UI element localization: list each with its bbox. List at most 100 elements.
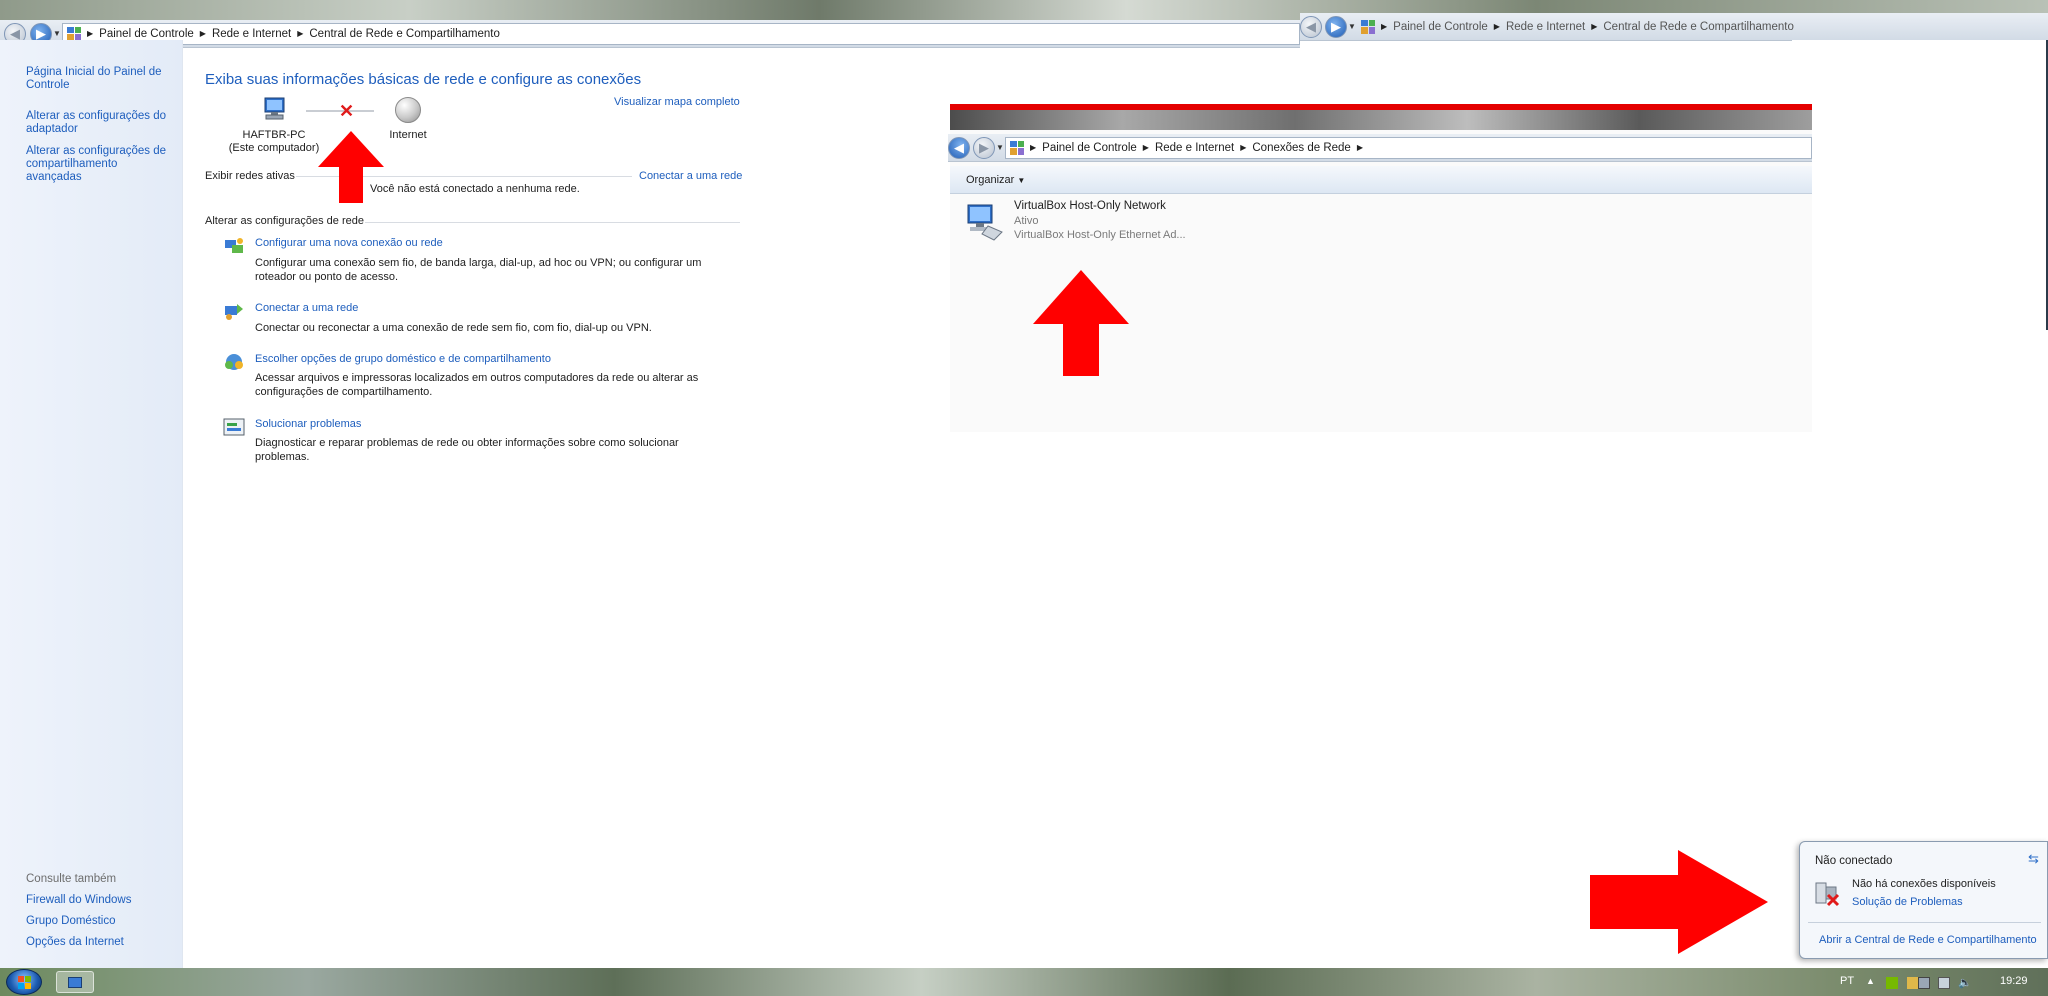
network-connections-window: ▶ ▶ ▼ ▶ Painel de Controle ▶ Rede e Inte… [948,104,1812,432]
control-panel-icon [1010,140,1024,155]
no-connections-message: Não há conexões disponíveis [1852,878,1996,890]
task-troubleshoot-desc: Diagnosticar e reparar problemas de rede… [255,437,679,463]
annotation-highlight-bar [950,104,1812,110]
breadcrumb-control-panel[interactable]: Painel de Controle [1393,21,1488,33]
breadcrumb-network-center[interactable]: Central de Rede e Compartilhamento [1603,21,1794,33]
computer-name: HAFTBR-PC (Este computador) [222,129,326,155]
network-disconnected-icon[interactable] [1918,977,1930,989]
breadcrumb-separator-icon[interactable]: ▶ [1381,22,1387,31]
breadcrumb-network-internet[interactable]: Rede e Internet [1155,142,1234,154]
language-indicator[interactable]: PT [1840,975,1854,987]
sidebar-item-control-panel-home[interactable]: Página Inicial do Painel de Controle [26,66,176,92]
task-troubleshoot-link[interactable]: Solucionar problemas [255,418,361,430]
sidebar: Página Inicial do Painel de Controle Alt… [0,40,183,968]
recent-pages-dropdown-icon[interactable]: ▼ [52,29,62,38]
annotation-arrow-up [318,131,384,203]
breadcrumb-separator-icon[interactable]: ▶ [1357,143,1363,152]
forward-button[interactable]: ▶ [1325,15,1347,38]
sidebar-item-adapter-settings[interactable]: Alterar as configurações do adaptador [26,110,176,136]
sidebar-item-advanced-sharing[interactable]: Alterar as configurações de compartilham… [26,145,176,184]
internet-globe-icon [395,97,421,123]
back-button[interactable]: ◀ [1300,15,1322,38]
breadcrumb-separator-icon[interactable]: ▶ [297,29,303,38]
window-edge-overlay [1792,40,2048,330]
task-homegroup-link[interactable]: Escolher opções de grupo doméstico e de … [255,353,551,365]
breadcrumb-separator-icon[interactable]: ▶ [1591,22,1597,31]
task-new-connection-link[interactable]: Configurar uma nova conexão ou rede [255,237,443,249]
nvidia-icon[interactable] [1886,977,1898,989]
annotation-arrow-right [1590,850,1768,954]
sidebar-item-internet-options[interactable]: Opções da Internet [26,936,176,949]
breadcrumb-network-connections[interactable]: Conexões de Rede [1252,142,1350,154]
not-connected-message: Você não está conectado a nenhuma rede. [370,183,580,195]
address-field[interactable]: ▶ Painel de Controle ▶ Rede e Internet ▶… [62,22,1300,45]
troubleshoot-link[interactable]: Solução de Problemas [1852,896,1963,908]
power-icon[interactable] [1938,977,1950,989]
task-connect-network-link[interactable]: Conectar a uma rede [255,302,358,314]
breadcrumb-network-internet[interactable]: Rede e Internet [212,28,291,40]
breadcrumb-control-panel[interactable]: Painel de Controle [99,28,194,40]
address-field[interactable]: ▶ Painel de Controle ▶ Rede e Internet ▶… [1357,16,2048,38]
popup-title: Não conectado [1815,855,1893,867]
network-status-popup: Não conectado ⇆ Não há conexões disponív… [1799,841,2048,959]
view-full-map-link[interactable]: Visualizar mapa completo [614,96,740,108]
address-bar-connections: ▶ ▶ ▼ ▶ Painel de Controle ▶ Rede e Inte… [948,134,1812,162]
no-connection-icon [1814,879,1840,907]
address-field[interactable]: ▶ Painel de Controle ▶ Rede e Internet ▶… [1005,136,1812,159]
recent-pages-dropdown-icon[interactable]: ▼ [1347,22,1357,31]
divider [365,222,740,223]
volume-icon[interactable]: 🔈 [1958,977,1972,989]
breadcrumb-network-internet[interactable]: Rede e Internet [1506,21,1585,33]
computer-name-label: HAFTBR-PC [242,129,306,141]
task-connect-network-desc: Conectar ou reconectar a uma conexão de … [255,322,652,334]
chevron-down-icon: ▼ [1017,176,1026,185]
open-network-center-link[interactable]: Abrir a Central de Rede e Compartilhamen… [1819,934,2037,946]
breadcrumb-separator-icon[interactable]: ▶ [200,29,206,38]
address-bar-overlay: ◀ ▶ ▼ ▶ Painel de Controle ▶ Rede e Inte… [1300,13,2048,41]
show-hidden-icons-icon[interactable]: ▲ [1866,976,1875,986]
sidebar-item-homegroup[interactable]: Grupo Doméstico [26,915,176,928]
control-panel-icon [1361,19,1375,34]
annotation-arrow-up [1033,270,1129,376]
breadcrumb-separator-icon[interactable]: ▶ [87,29,93,38]
refresh-icon[interactable]: ⇆ [2028,851,2039,867]
page-title: Exiba suas informações básicas de rede e… [205,71,642,88]
breadcrumb-separator-icon[interactable]: ▶ [1143,143,1149,152]
see-also-heading: Consulte também [26,873,117,885]
taskbar-app-button[interactable] [56,971,94,993]
divider [1808,922,2041,923]
sidebar-item-firewall[interactable]: Firewall do Windows [26,894,176,907]
toolbar: Organizar ▼ [950,166,1812,194]
breadcrumb-separator-icon[interactable]: ▶ [1240,143,1246,152]
window-icon [68,977,82,988]
task-homegroup-desc: Acessar arquivos e impressoras localizad… [255,372,699,398]
taskbar: PT ▲ 🔈 19:29 [0,968,2048,996]
clock[interactable]: 19:29 [2000,975,2028,987]
adapter-name: VirtualBox Host-Only Network [1014,200,1166,212]
organize-label: Organizar [966,174,1015,186]
organize-menu[interactable]: Organizar ▼ [966,174,1025,186]
start-button[interactable] [6,969,42,995]
breadcrumb-separator-icon[interactable]: ▶ [1494,22,1500,31]
adapter-device: VirtualBox Host-Only Ethernet Ad... [1014,229,1186,241]
connect-to-network-link[interactable]: Conectar a uma rede [639,170,742,182]
adapter-status: Ativo [1014,215,1039,227]
computer-icon [262,97,288,121]
back-button[interactable]: ▶ [948,136,970,159]
control-panel-icon [67,26,81,41]
recent-pages-dropdown-icon[interactable]: ▼ [995,143,1005,152]
active-networks-heading: Exibir redes ativas [205,170,295,182]
adapter-item[interactable]: VirtualBox Host-Only Network Ativo Virtu… [964,200,1224,250]
connect-network-icon [223,301,245,321]
new-connection-icon [223,236,245,256]
troubleshoot-icon [223,417,245,437]
breadcrumb-control-panel[interactable]: Painel de Controle [1042,142,1137,154]
disconnected-x-icon[interactable]: ✕ [339,102,354,120]
change-settings-heading: Alterar as configurações de rede [205,215,364,227]
forward-button[interactable]: ▶ [973,136,995,159]
breadcrumb-network-center[interactable]: Central de Rede e Compartilhamento [309,28,500,40]
homegroup-sharing-icon [223,352,245,372]
address-bar-main: ◀ ▶ ▼ ▶ Painel de Controle ▶ Rede e Inte… [0,20,1300,48]
internet-label: Internet [389,129,427,141]
breadcrumb-separator-icon[interactable]: ▶ [1030,143,1036,152]
